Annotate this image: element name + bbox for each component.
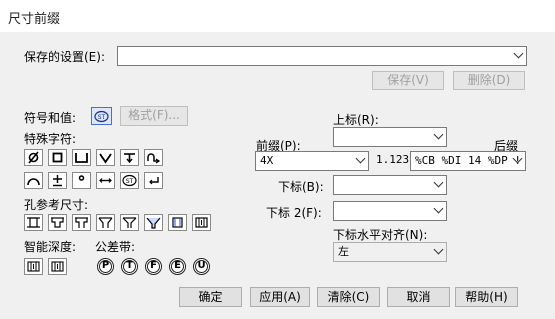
smart-depth-label: 智能深度: [24,240,77,254]
cancel-button[interactable]: 取消 [387,287,450,307]
funnel-hole-icon[interactable] [144,214,163,231]
subscript-align-label: 下标水平对齐(N): [333,228,428,242]
degree-icon[interactable] [72,172,91,189]
arc-length-icon[interactable] [24,172,43,189]
tolerance-t-icon[interactable]: T [121,258,138,275]
diameter-icon[interactable] [24,149,43,166]
tolerance-p-icon[interactable]: P [97,258,114,275]
svg-text:ST: ST [126,178,134,185]
double-arrow-icon[interactable] [96,172,115,189]
counterbore-hole-icon[interactable] [48,214,67,231]
counterbore-icon[interactable] [72,149,91,166]
statistical-icon[interactable]: ST [120,172,139,189]
st-symbol-button[interactable]: ST [91,107,112,125]
subscript-align-value: 左 [338,245,349,258]
chevron-down-icon [433,244,444,255]
thread-hole-icon[interactable] [168,214,187,231]
tolerance-u-icon[interactable]: U [193,258,210,275]
simple-hole-icon[interactable] [24,214,43,231]
suffix-combo[interactable]: %CB %DI 14 %DP ! [410,151,526,171]
plus-minus-icon[interactable] [48,172,67,189]
ok-button[interactable]: 确定 [179,287,242,307]
square-icon[interactable] [48,149,67,166]
smart-depth-icon-2[interactable] [48,258,67,275]
subscript2-combo[interactable] [333,201,447,221]
statistical-tolerance-icon: ST [94,110,109,122]
format-button[interactable]: 格式(F)... [120,106,188,126]
special-chars-label: 特殊字符: [24,132,77,146]
arc-arrow-icon[interactable] [144,149,163,166]
window-title: 尺寸前缀 [8,12,61,27]
subscript-label: 下标(B): [278,180,324,194]
hole-dims-label: 孔参考尺寸: [24,198,89,212]
clear-button[interactable]: 清除(C) [317,287,380,307]
tolerance-e-icon[interactable]: E [169,258,186,275]
countersink-icon[interactable] [96,149,115,166]
tolerance-f-icon[interactable]: F [145,258,162,275]
save-button[interactable]: 保存(V) [372,71,444,90]
thread-through-icon[interactable] [192,214,211,231]
suffix-value: %CB %DI 14 %DP ! [415,154,521,167]
apply-button[interactable]: 应用(A) [250,287,310,307]
value-display: 1.123 [376,153,410,166]
smart-depth-icon-1[interactable] [24,258,43,275]
help-button[interactable]: 帮助(H) [455,287,518,307]
countersink-through-icon[interactable] [120,214,139,231]
prefix-combo[interactable]: 4X [255,151,369,171]
chevron-down-icon [433,177,444,188]
chevron-down-icon [433,203,444,214]
subscript2-label: 下标 2(F): [266,206,322,220]
tolerance-band-label: 公差带: [95,240,136,254]
superscript-combo[interactable] [333,127,447,147]
saved-settings-combo[interactable] [117,46,527,66]
symbols-values-label: 符号和值: [24,111,77,125]
chevron-down-icon [513,48,524,59]
saved-settings-label: 保存的设置(E): [24,50,105,64]
chevron-down-icon [355,153,366,164]
delete-button[interactable]: 删除(D) [453,71,525,90]
title-bar [0,0,555,32]
depth-icon[interactable] [120,149,139,166]
subscript-combo[interactable] [333,175,447,195]
prefix-value: 4X [260,154,274,167]
counterbore-through-icon[interactable] [72,214,91,231]
chevron-down-icon [433,129,444,140]
return-arrow-icon[interactable] [144,172,163,189]
subscript-align-combo[interactable]: 左 [333,242,447,262]
countersink-hole-icon[interactable] [96,214,115,231]
superscript-label: 上标(R): [333,113,379,127]
svg-text:ST: ST [98,114,106,121]
